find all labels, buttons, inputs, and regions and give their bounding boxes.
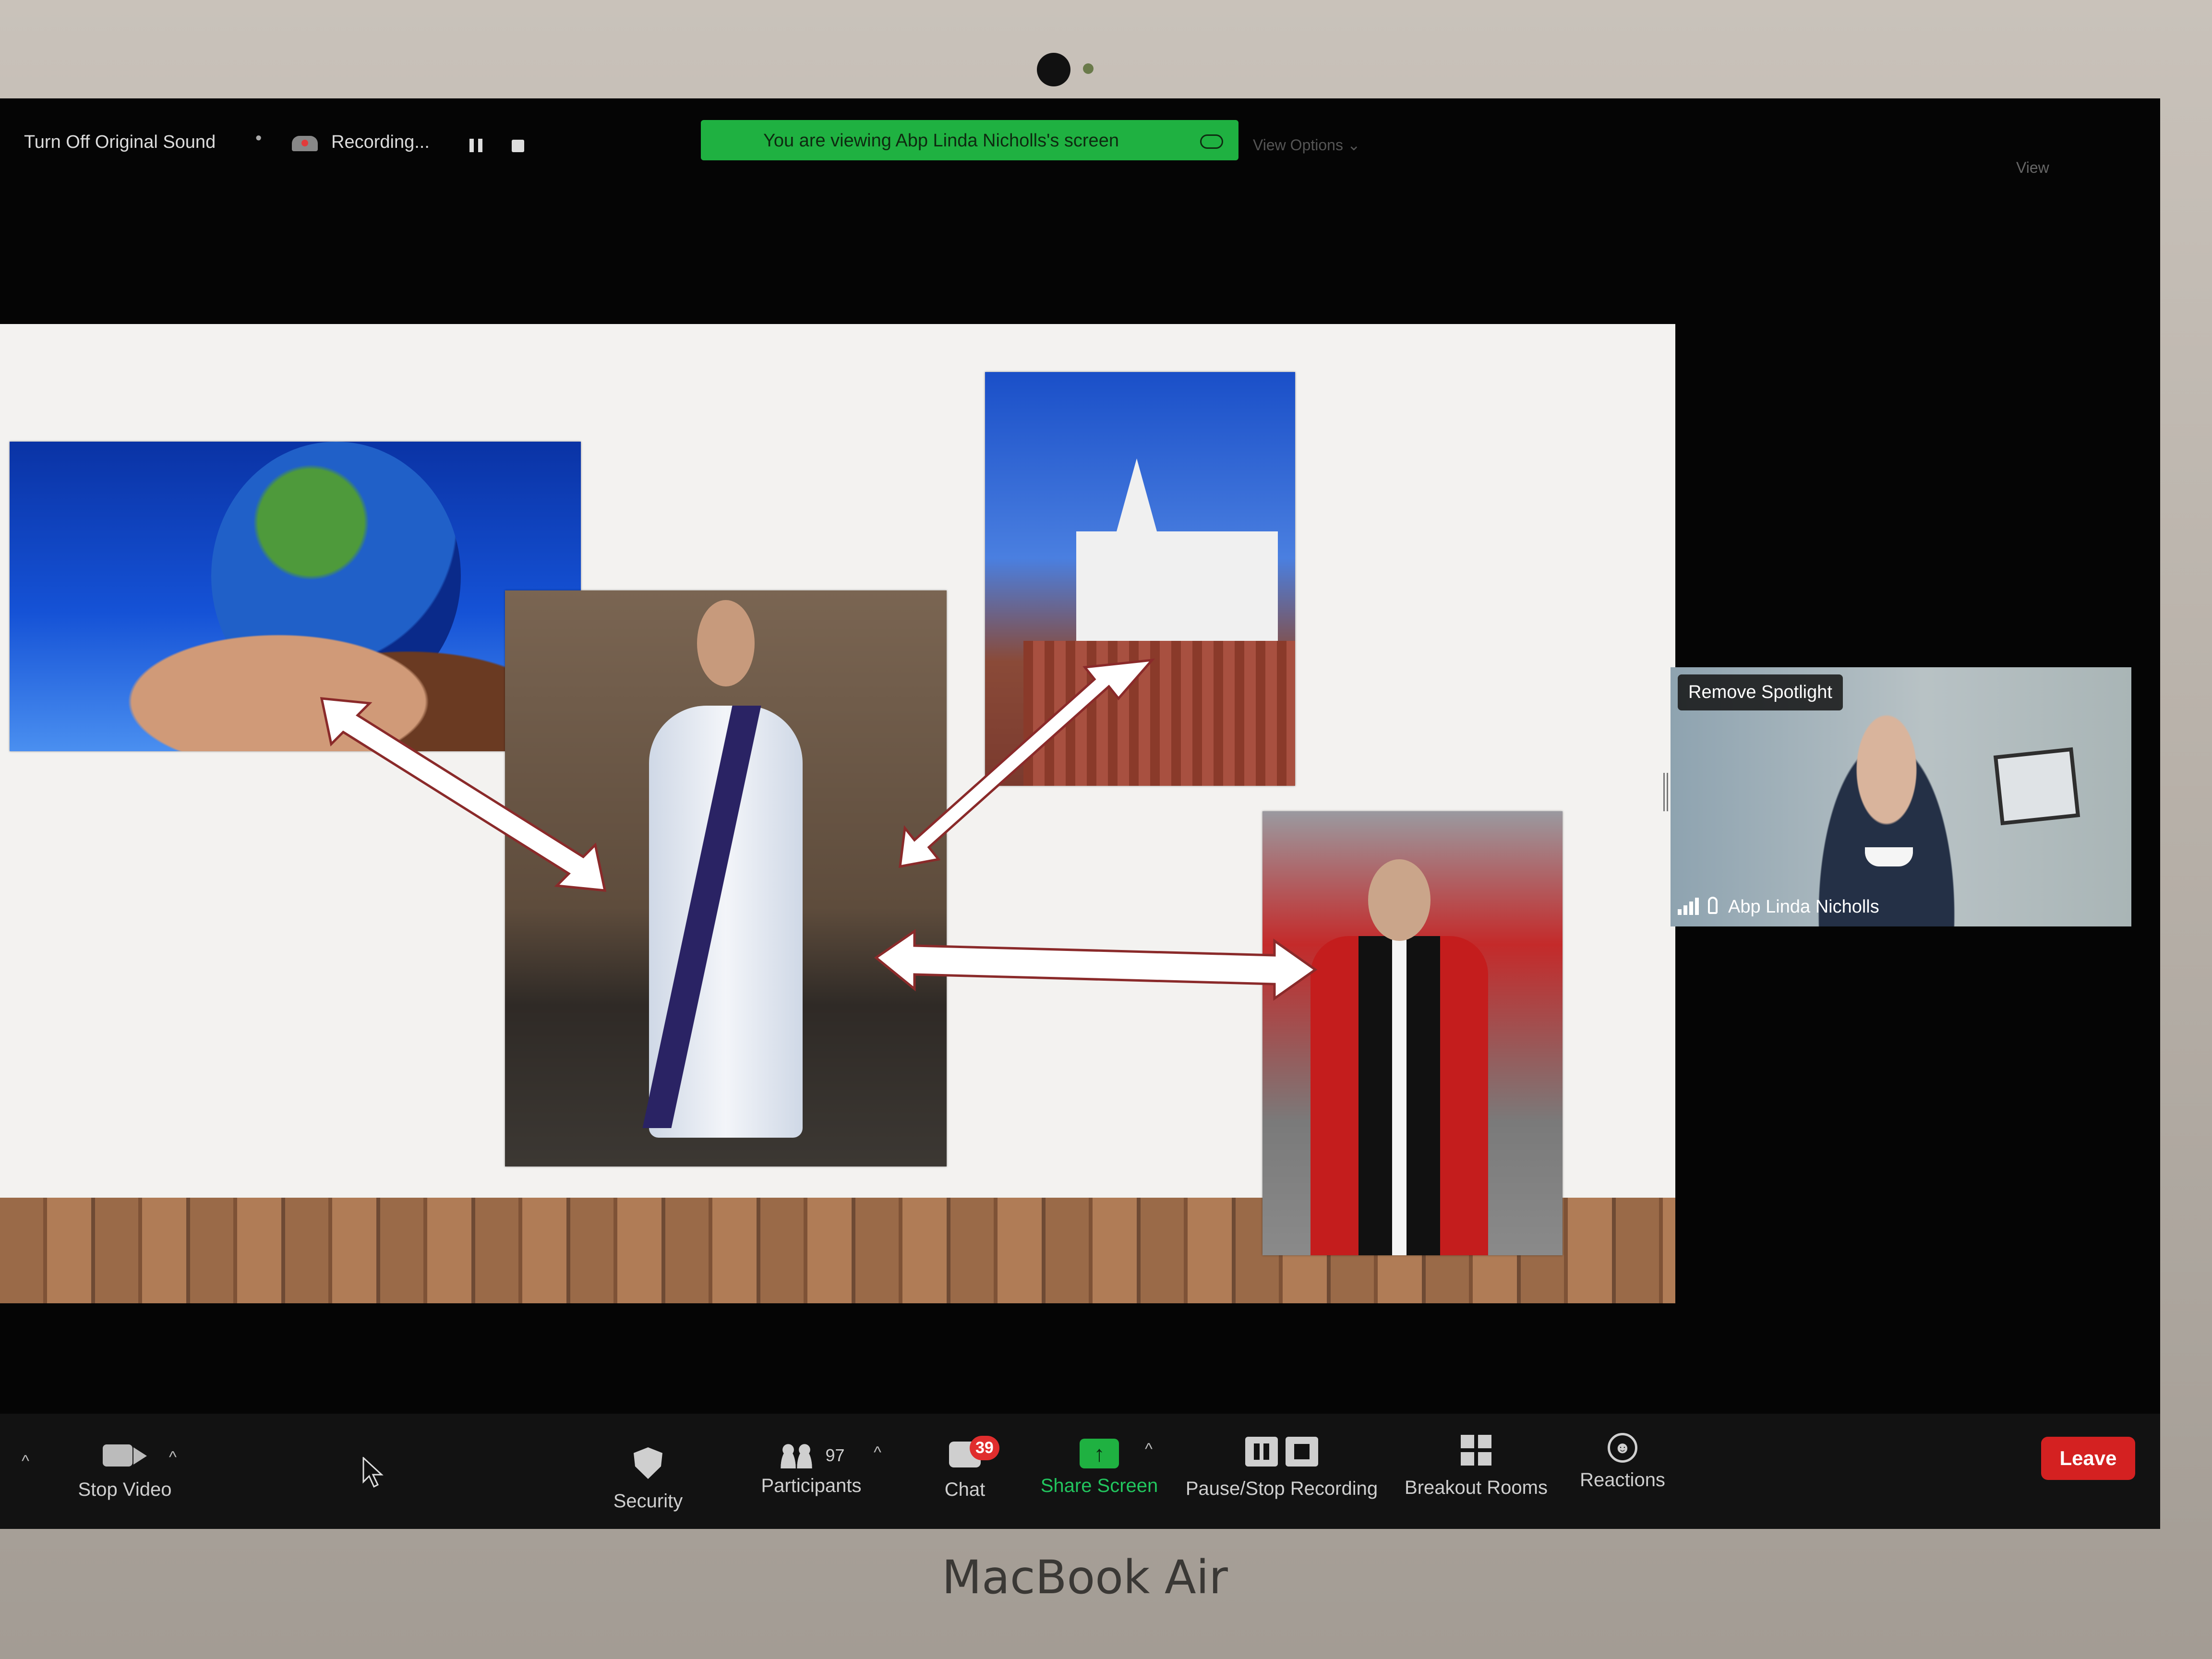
laptop-bezel: Turn Off Original Sound • Recording... Y… [0, 0, 2212, 1659]
view-button[interactable]: View [2016, 159, 2049, 177]
turn-off-original-sound-button[interactable]: Turn Off Original Sound [24, 132, 216, 153]
pause-stop-recording-label: Pause/Stop Recording [1185, 1478, 1378, 1499]
laptop-brand-label: MacBook Air [942, 1551, 1228, 1604]
security-label: Security [613, 1491, 683, 1512]
signal-strength-icon [1678, 898, 1699, 915]
screen-share-banner: You are viewing Abp Linda Nicholls's scr… [701, 120, 1238, 160]
chat-unread-badge: 39 [970, 1436, 999, 1460]
shared-presentation-slide [0, 324, 1675, 1303]
participants-label: Participants [761, 1475, 862, 1496]
recording-status: Recording... [331, 132, 430, 152]
view-options-dropdown[interactable]: View Options ⌄ [1253, 136, 1360, 154]
chat-label: Chat [944, 1479, 986, 1500]
screen-share-banner-text: You are viewing Abp Linda Nicholls's scr… [763, 131, 1119, 151]
meeting-controls-toolbar: ^ Stop Video ^ Security 97 Participants … [0, 1414, 2160, 1529]
cloud-icon [1200, 134, 1223, 149]
wall-picture-frame [1993, 747, 2080, 826]
double-arrow-church-deacon [899, 658, 1155, 868]
zoom-meeting-window: Turn Off Original Sound • Recording... Y… [0, 98, 2160, 1529]
audio-options-caret[interactable]: ^ [22, 1452, 29, 1471]
participant-count: 97 [825, 1445, 845, 1465]
participant-name-label: Abp Linda Nicholls [1728, 897, 1879, 917]
leave-meeting-button[interactable]: Leave [2041, 1437, 2135, 1480]
chat-button[interactable]: 39 Chat [926, 1436, 1003, 1501]
share-screen-options-caret[interactable]: ^ [1145, 1440, 1153, 1459]
pause-recording-icon[interactable] [469, 139, 484, 152]
reactions-label: Reactions [1580, 1469, 1665, 1491]
webcam [1037, 53, 1070, 86]
breakout-rooms-icon [1461, 1435, 1491, 1466]
arrows-overlay [320, 658, 1318, 1001]
pause-stop-recording-button[interactable]: Pause/Stop Recording [1181, 1437, 1382, 1500]
separator: • [255, 128, 262, 148]
stop-video-button[interactable]: Stop Video [67, 1443, 182, 1501]
stop-recording-icon[interactable] [512, 140, 524, 152]
participants-icon [778, 1443, 816, 1468]
mouse-pointer-icon [362, 1457, 384, 1488]
share-screen-label: Share Screen [1040, 1475, 1158, 1496]
double-arrow-deacon-bishop [874, 929, 1318, 1001]
stop-video-label: Stop Video [78, 1479, 172, 1500]
breakout-rooms-button[interactable]: Breakout Rooms [1397, 1435, 1555, 1499]
participant-video-image [1800, 696, 1973, 926]
video-camera-icon [103, 1443, 147, 1467]
participants-options-caret[interactable]: ^ [874, 1443, 881, 1462]
reactions-button[interactable]: ☻ Reactions [1570, 1433, 1675, 1491]
recording-cloud-icon [292, 136, 318, 151]
stop-icon[interactable] [1286, 1437, 1318, 1467]
smiley-face-icon: ☻ [1608, 1433, 1637, 1463]
webcam-indicator-light [1083, 63, 1094, 74]
breakout-rooms-label: Breakout Rooms [1405, 1477, 1548, 1498]
clerical-collar-image [1865, 847, 1913, 866]
double-arrow-globe-deacon [320, 697, 607, 892]
pause-icon[interactable] [1245, 1437, 1278, 1467]
participant-video-tile[interactable]: Remove Spotlight Abp Linda Nicholls [1671, 667, 2131, 926]
meeting-top-bar: Turn Off Original Sound • Recording... Y… [0, 98, 2160, 176]
microphone-icon [1708, 897, 1718, 914]
shield-icon [634, 1447, 662, 1479]
video-options-caret[interactable]: ^ [169, 1448, 177, 1467]
panel-splitter-handle[interactable] [1663, 773, 1668, 811]
share-screen-arrow-icon: ↑ [1080, 1439, 1119, 1468]
participants-button[interactable]: 97 Participants [739, 1443, 883, 1497]
security-button[interactable]: Security [600, 1447, 696, 1512]
remove-spotlight-button[interactable]: Remove Spotlight [1678, 674, 1843, 710]
